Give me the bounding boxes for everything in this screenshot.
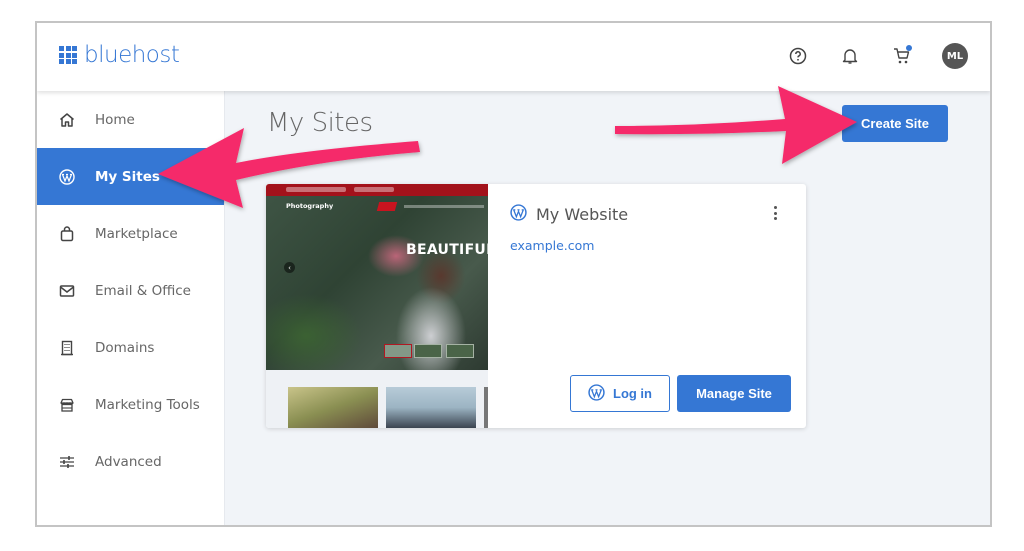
thumbnail-home-tab bbox=[376, 202, 398, 211]
wordpress-icon bbox=[58, 168, 76, 186]
app-window: bluehost ML Home My Sites Marketplace Em… bbox=[35, 21, 992, 527]
login-button[interactable]: Log in bbox=[570, 375, 670, 412]
wordpress-icon bbox=[588, 383, 605, 404]
thumbnail-strip-item bbox=[414, 344, 442, 358]
sliders-icon bbox=[58, 453, 76, 471]
manage-site-button[interactable]: Manage Site bbox=[677, 375, 791, 412]
site-url-link[interactable]: example.com bbox=[510, 238, 594, 253]
create-site-button[interactable]: Create Site bbox=[842, 105, 948, 142]
thumbnail-gallery-photo bbox=[386, 387, 476, 428]
help-icon[interactable] bbox=[786, 44, 810, 68]
thumbnail-topbar bbox=[266, 184, 488, 196]
site-card: Photography BEAUTIFUL ‹ My Website examp… bbox=[266, 184, 806, 428]
sidebar-item-label: Domains bbox=[95, 339, 155, 356]
main-content: My Sites Create Site Photography BEAUTIF… bbox=[226, 91, 990, 525]
sidebar-item-label: Home bbox=[95, 111, 135, 128]
sidebar: Home My Sites Marketplace Email & Office… bbox=[37, 91, 225, 525]
thumbnail-nav-links bbox=[404, 205, 484, 208]
thumbnail-prev-arrow-icon: ‹ bbox=[284, 262, 295, 273]
envelope-icon bbox=[58, 282, 76, 300]
home-icon bbox=[58, 111, 76, 129]
sidebar-item-label: Advanced bbox=[95, 453, 162, 470]
sidebar-item-my-sites[interactable]: My Sites bbox=[37, 148, 224, 205]
site-name: My Website bbox=[536, 205, 629, 224]
thumbnail-gallery-photo bbox=[288, 387, 378, 428]
storefront-icon bbox=[58, 396, 76, 414]
top-header: bluehost ML bbox=[37, 23, 990, 91]
sidebar-item-home[interactable]: Home bbox=[37, 91, 224, 148]
thumbnail-strip-item bbox=[384, 344, 412, 358]
bell-icon[interactable] bbox=[838, 44, 862, 68]
building-icon bbox=[58, 339, 76, 357]
sidebar-item-marketing-tools[interactable]: Marketing Tools bbox=[37, 376, 224, 433]
sidebar-item-label: Marketplace bbox=[95, 225, 178, 242]
sidebar-item-advanced[interactable]: Advanced bbox=[37, 433, 224, 490]
sidebar-item-marketplace[interactable]: Marketplace bbox=[37, 205, 224, 262]
sidebar-item-label: Email & Office bbox=[95, 282, 191, 299]
sidebar-item-label: My Sites bbox=[95, 168, 160, 185]
user-avatar[interactable]: ML bbox=[942, 43, 968, 69]
page-title: My Sites bbox=[267, 108, 373, 138]
site-card-body: My Website example.com Log in Manage Sit… bbox=[488, 184, 806, 428]
sidebar-item-label: Marketing Tools bbox=[95, 396, 200, 413]
thumbnail-headline: BEAUTIFUL bbox=[406, 242, 488, 258]
cart-notification-dot bbox=[906, 45, 912, 51]
thumbnail-strip-item bbox=[446, 344, 474, 358]
sidebar-item-email-office[interactable]: Email & Office bbox=[37, 262, 224, 319]
header-actions: ML bbox=[758, 43, 968, 69]
thumbnail-nav: Photography bbox=[266, 196, 488, 218]
brand-name: bluehost bbox=[84, 42, 180, 68]
thumbnail-brand: Photography bbox=[286, 202, 334, 210]
more-options-icon[interactable] bbox=[770, 204, 780, 222]
shopping-bag-icon bbox=[58, 225, 76, 243]
site-title: My Website bbox=[510, 204, 628, 225]
sidebar-item-domains[interactable]: Domains bbox=[37, 319, 224, 376]
login-button-label: Log in bbox=[613, 386, 652, 401]
wordpress-icon bbox=[510, 204, 527, 225]
bluehost-logo[interactable]: bluehost bbox=[59, 42, 180, 68]
cart-icon[interactable] bbox=[890, 44, 914, 68]
logo-grid-icon bbox=[59, 46, 77, 64]
site-thumbnail[interactable]: Photography BEAUTIFUL ‹ bbox=[266, 184, 488, 428]
